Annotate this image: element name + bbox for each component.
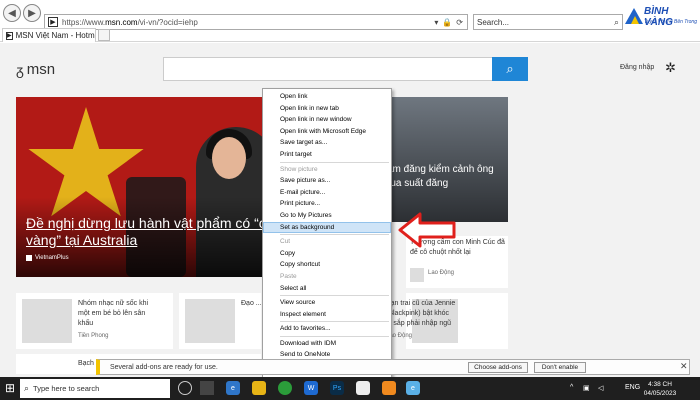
menu-item-show-picture: Show picture bbox=[280, 165, 318, 173]
address-bar[interactable]: ▶ https://www.msn.com/vi-vn/?ocid=iehp ▾… bbox=[44, 14, 468, 30]
menu-item-save-picture-as[interactable]: Save picture as... bbox=[263, 175, 391, 187]
search-icon: ⌕ bbox=[506, 61, 514, 76]
menu-item-copy[interactable]: Copy bbox=[263, 248, 391, 260]
lock-icon[interactable]: 🔒 bbox=[442, 18, 452, 27]
back-icon[interactable]: ◀ bbox=[3, 4, 21, 22]
menu-separator bbox=[280, 161, 389, 163]
ie-icon[interactable] bbox=[356, 381, 370, 395]
search-dropdown-icon[interactable]: ▾ bbox=[434, 18, 438, 27]
menu-item-go-to-my-pictures[interactable]: Go to My Pictures bbox=[263, 210, 391, 222]
msn-search-input[interactable] bbox=[163, 57, 528, 81]
source-icon bbox=[26, 255, 32, 261]
edge-icon[interactable]: e bbox=[226, 381, 240, 395]
file-explorer-icon[interactable] bbox=[252, 381, 266, 395]
search-icon[interactable]: ⌕ bbox=[614, 17, 619, 28]
story-title[interactable]: Bạn trai cũ của Jennie (Blackpink) bật k… bbox=[386, 299, 456, 329]
hero-story[interactable]: Đề nghị dừng lưu hành vật phẩm có “cờ và… bbox=[16, 97, 278, 277]
menu-item-open-link-in-new-window[interactable]: Open link in new window bbox=[263, 114, 391, 126]
menu-item-open-link-in-new-tab[interactable]: Open link in new tab bbox=[263, 103, 391, 115]
menu-item-add-to-favorites[interactable]: Add to favorites... bbox=[263, 323, 391, 335]
secondary-story[interactable]: câm đăng kiểm cảnh ông mua suất đăng bbox=[382, 97, 508, 222]
signin-link[interactable]: Đăng nhập bbox=[620, 64, 654, 71]
story-source: Tiền Phong bbox=[78, 333, 109, 339]
menu-separator bbox=[280, 295, 389, 297]
taskbar-search-input[interactable]: ⌕ Type here to search bbox=[20, 379, 170, 398]
task-view-icon[interactable] bbox=[200, 381, 214, 395]
story-thumbnail bbox=[22, 299, 72, 343]
volume-icon[interactable]: ◁ bbox=[598, 384, 603, 392]
side-story-source: Lao Động bbox=[428, 270, 455, 276]
browser-chrome: ◀ ▶ ▶ https://www.msn.com/vi-vn/?ocid=ie… bbox=[0, 0, 700, 42]
menu-item-paste: Paste bbox=[280, 272, 297, 280]
story-title[interactable]: Nhóm nhạc nữ sốc khi một em bé bỏ lên sâ… bbox=[78, 299, 158, 329]
story-thumbnail bbox=[185, 299, 235, 343]
choose-addons-button[interactable]: Choose add-ons bbox=[468, 362, 528, 373]
menu-item-print-target[interactable]: Print target bbox=[263, 149, 391, 161]
chrome-icon[interactable] bbox=[278, 381, 292, 395]
search-icon: ⌕ bbox=[24, 383, 30, 393]
menu-item-e-mail-picture[interactable]: E-mail picture... bbox=[263, 187, 391, 199]
new-tab-button[interactable] bbox=[98, 29, 110, 41]
browser-search-input[interactable]: Search... ⌕ bbox=[473, 14, 623, 30]
brand-subtitle: Tuyệt Vời Từ Bên Trong bbox=[644, 19, 697, 25]
menu-separator bbox=[280, 321, 389, 323]
menu-item-view-source[interactable]: View source bbox=[263, 297, 391, 309]
story-card[interactable]: Nhóm nhạc nữ sốc khi một em bé bỏ lên sâ… bbox=[16, 293, 173, 349]
msn-logo[interactable]: ᵹ msn bbox=[16, 61, 55, 78]
language-indicator[interactable]: ENG bbox=[625, 384, 640, 391]
tab-favicon-icon: ▶ bbox=[6, 31, 13, 40]
menu-item-set-as-background[interactable]: Set as background bbox=[263, 221, 391, 234]
notification-message: Several add-ons are ready for use. bbox=[110, 363, 218, 371]
dont-enable-button[interactable]: Don't enable bbox=[534, 362, 586, 373]
menu-separator bbox=[280, 234, 389, 236]
menu-item-open-link[interactable]: Open link bbox=[263, 91, 391, 103]
windows-start-icon[interactable]: ⊞ bbox=[2, 380, 18, 396]
page-favicon-icon: ▶ bbox=[48, 17, 58, 27]
photoshop-icon[interactable]: Ps bbox=[330, 381, 344, 395]
refresh-icon[interactable]: ⟳ bbox=[456, 18, 463, 27]
menu-item-print-picture[interactable]: Print picture... bbox=[263, 198, 391, 210]
menu-item-inspect-element[interactable]: Inspect element bbox=[263, 309, 391, 321]
word-icon[interactable]: W bbox=[304, 381, 318, 395]
menu-item-copy-shortcut[interactable]: Copy shortcut bbox=[263, 259, 391, 271]
tray-expand-icon[interactable]: ^ bbox=[570, 384, 573, 391]
gear-icon[interactable]: ✲ bbox=[665, 60, 676, 76]
clock[interactable]: 4:38 CH 04/05/2023 bbox=[640, 380, 680, 398]
red-arrow-annotation bbox=[398, 212, 456, 248]
brand-watermark: BÌNH VÀNG Tuyệt Vời Từ Bên Trong bbox=[622, 2, 698, 42]
menu-item-download-with-idm[interactable]: Download with IDM bbox=[263, 338, 391, 350]
network-icon[interactable]: ▣ bbox=[583, 384, 590, 392]
msn-search-button[interactable]: ⌕ bbox=[492, 57, 528, 81]
menu-item-select-all[interactable]: Select all bbox=[263, 283, 391, 295]
context-menu: Open link Open link in new tab Open link i… bbox=[262, 88, 392, 380]
addons-notification-bar: Several add-ons are ready for use. Choos… bbox=[96, 359, 690, 375]
tab-msn[interactable]: ▶ MSN Việt Nam - Hotmail, ... bbox=[2, 28, 96, 42]
close-icon[interactable]: ✕ bbox=[680, 361, 688, 372]
butterfly-icon: ᵹ bbox=[16, 61, 24, 78]
forward-icon[interactable]: ▶ bbox=[23, 4, 41, 22]
address-url[interactable]: https://www.msn.com/vi-vn/?ocid=iehp bbox=[62, 18, 434, 27]
secondary-story-title[interactable]: câm đăng kiểm cảnh ông mua suất đăng bbox=[382, 163, 504, 191]
address-tools: ▾ 🔒 ⟳ bbox=[434, 18, 463, 27]
hero-title[interactable]: Đề nghị dừng lưu hành vật phẩm có “cờ và… bbox=[26, 215, 276, 249]
internet-explorer-icon[interactable]: e bbox=[406, 381, 420, 395]
menu-item-open-link-with-microsoft-edge[interactable]: Open link with Microsoft Edge bbox=[263, 126, 391, 138]
story-card[interactable]: Đạo ... Bình bbox=[179, 293, 278, 349]
taskbar: ⊞ ⌕ Type here to search e W Ps e ^ ▣ ◁ E… bbox=[0, 377, 700, 400]
menu-separator bbox=[280, 335, 389, 337]
hero-source: VietnamPlus bbox=[26, 255, 69, 261]
zalo-icon[interactable] bbox=[382, 381, 396, 395]
menu-item-cut: Cut bbox=[280, 238, 291, 246]
menu-item-save-target-as[interactable]: Save target as... bbox=[263, 137, 391, 149]
task-view-icon[interactable] bbox=[178, 381, 192, 395]
